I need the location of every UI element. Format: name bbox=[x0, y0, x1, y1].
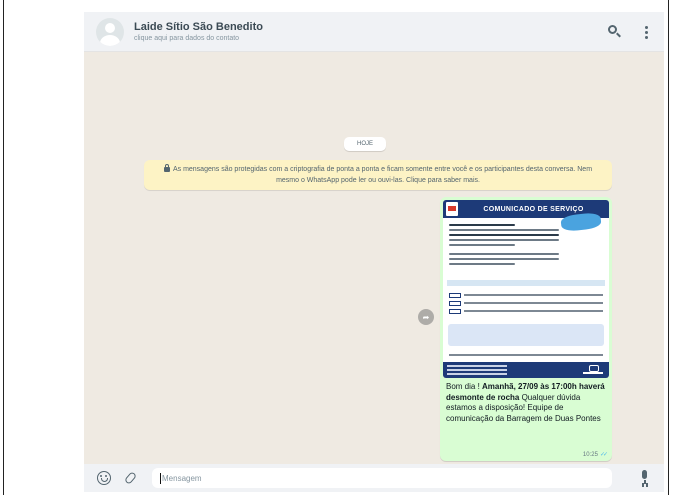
forward-icon[interactable]: ➦ bbox=[418, 309, 434, 325]
message-text: Bom dia ! Amanhã, 27/09 às 17:00h haverá… bbox=[446, 382, 605, 423]
header-actions bbox=[606, 24, 654, 40]
outgoing-message[interactable]: COMUNICADO DE SERVIÇO Bom dia ! Amanhã, … bbox=[440, 197, 612, 461]
contact-avatar[interactable] bbox=[96, 17, 124, 46]
poster-text-block bbox=[449, 224, 559, 268]
poster-note-box bbox=[448, 324, 604, 346]
compose-bar: Mensagem bbox=[84, 464, 664, 492]
message-input-placeholder: Mensagem bbox=[162, 473, 202, 483]
search-icon[interactable] bbox=[606, 24, 622, 40]
poster-title: COMUNICADO DE SERVIÇO bbox=[483, 205, 584, 213]
poster-footer bbox=[443, 362, 609, 378]
contact-subtitle: clique aqui para dados do contato bbox=[134, 35, 240, 42]
screenshot-frame: Laide Sítio São Benedito clique aqui par… bbox=[3, 0, 669, 495]
contact-info[interactable]: Laide Sítio São Benedito clique aqui par… bbox=[134, 21, 263, 42]
encryption-notice[interactable]: As mensagens são protegidas com a cripto… bbox=[144, 160, 612, 190]
emoji-icon[interactable] bbox=[96, 470, 112, 486]
message-meta: 10:25 ✓✓ bbox=[582, 451, 608, 459]
text-caret bbox=[160, 472, 161, 484]
poster-row bbox=[449, 292, 603, 298]
poster-band bbox=[447, 280, 605, 286]
company-logo-icon bbox=[446, 202, 458, 216]
message-time: 10:25 bbox=[582, 451, 598, 458]
menu-dots-icon[interactable] bbox=[638, 24, 654, 40]
poster-row bbox=[449, 308, 603, 314]
message-image[interactable]: COMUNICADO DE SERVIÇO bbox=[443, 200, 609, 378]
chat-header[interactable]: Laide Sítio São Benedito clique aqui par… bbox=[84, 12, 664, 52]
message-list[interactable]: HOJE As mensagens são protegidas com a c… bbox=[84, 52, 664, 464]
lock-icon bbox=[163, 164, 170, 172]
phone-icon bbox=[583, 365, 603, 375]
attach-icon[interactable] bbox=[123, 470, 140, 486]
contact-name: Laide Sítio São Benedito bbox=[134, 21, 263, 33]
date-divider: HOJE bbox=[344, 137, 386, 151]
message-input[interactable]: Mensagem bbox=[152, 468, 612, 488]
poster-row bbox=[449, 300, 603, 306]
read-receipt-icon: ✓✓ bbox=[599, 452, 608, 458]
whatsapp-chat-window: Laide Sítio São Benedito clique aqui par… bbox=[84, 12, 664, 492]
mic-icon[interactable] bbox=[640, 470, 650, 486]
encryption-notice-text: As mensagens são protegidas com a cripto… bbox=[172, 166, 593, 184]
poster-row bbox=[449, 352, 603, 358]
